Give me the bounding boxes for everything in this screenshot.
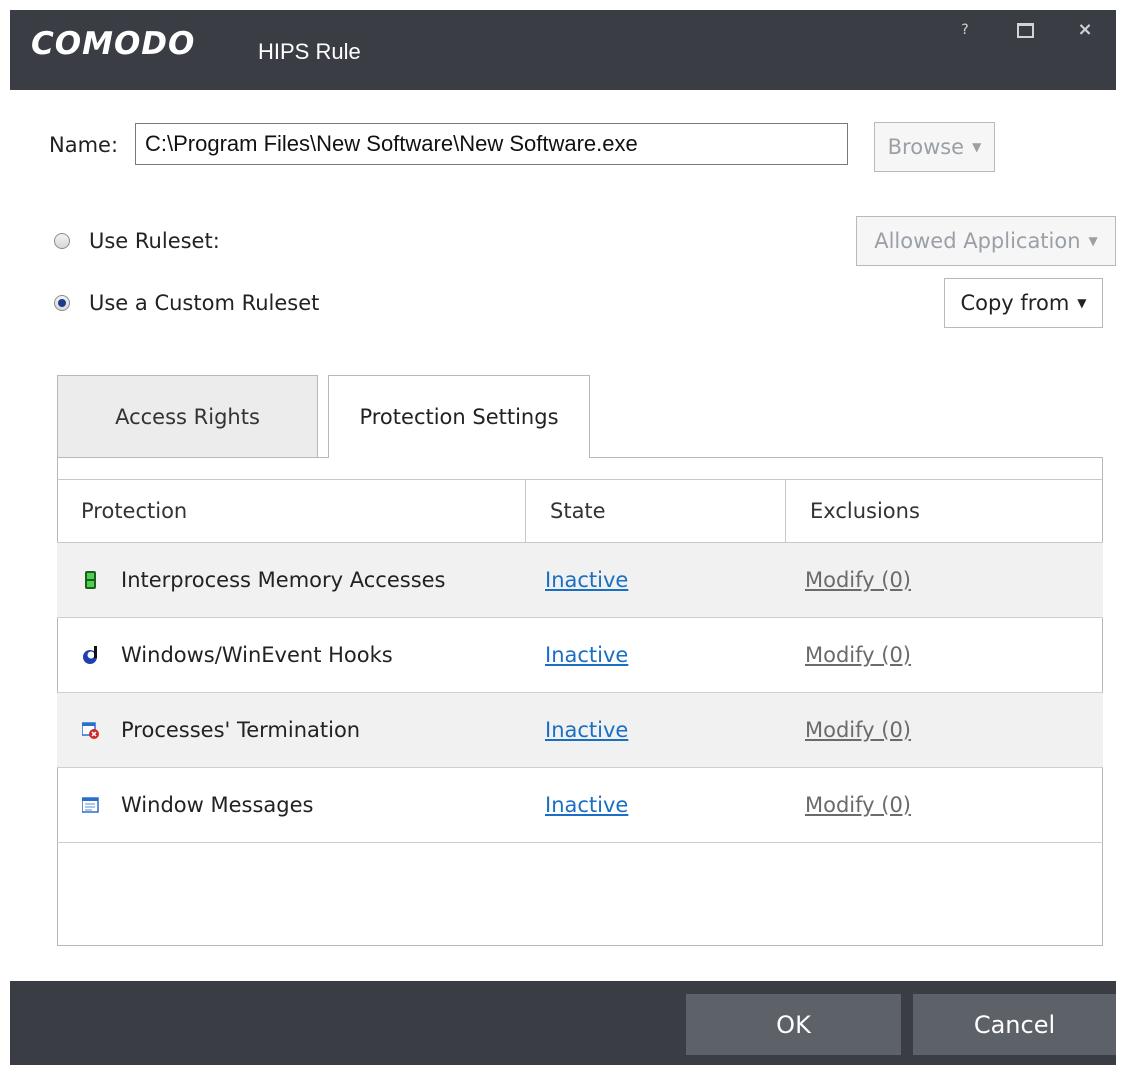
tab-protection-settings[interactable]: Protection Settings [328,375,590,458]
column-header-protection[interactable]: Protection [57,480,525,542]
use-custom-ruleset-label: Use a Custom Ruleset [89,291,320,315]
browse-button[interactable]: Browse ▼ [874,122,995,172]
use-custom-ruleset-radio[interactable] [54,295,70,311]
column-header-exclusions[interactable]: Exclusions [786,480,1103,542]
use-ruleset-label: Use Ruleset: [89,229,220,253]
table-row[interactable]: Window Messages Inactive Modify (0) [57,768,1103,843]
exclusions-link[interactable]: Modify (0) [805,768,911,843]
window-title: HIPS Rule [258,39,361,64]
state-link[interactable]: Inactive [545,543,628,618]
help-button[interactable]: ? [945,10,985,58]
ok-button[interactable]: OK [686,994,901,1055]
exclusions-link[interactable]: Modify (0) [805,543,911,618]
close-button[interactable]: × [1065,10,1105,58]
hips-rule-dialog: COMODO HIPS Rule ? × Name: C:\Program Fi… [10,10,1116,1065]
name-input[interactable]: C:\Program Files\New Software\New Softwa… [135,123,848,165]
ruleset-dropdown[interactable]: Allowed Application ▼ [856,216,1116,266]
exclusions-link[interactable]: Modify (0) [805,693,911,768]
protection-name: Interprocess Memory Accesses [121,568,446,592]
hook-icon [83,646,97,664]
window-messages-icon [82,797,99,813]
protection-name: Window Messages [121,793,314,817]
table-row[interactable]: Processes' Termination Inactive Modify (… [57,693,1103,768]
use-ruleset-radio[interactable] [54,233,70,249]
table-row[interactable]: Windows/WinEvent Hooks Inactive Modify (… [57,618,1103,693]
maximize-icon [1016,23,1034,38]
comodo-logo: COMODO [31,26,196,62]
chevron-down-icon: ▼ [1077,296,1087,310]
state-link[interactable]: Inactive [545,618,628,693]
column-header-state[interactable]: State [526,480,785,542]
memory-chip-icon [85,571,96,589]
protection-name: Windows/WinEvent Hooks [121,643,393,667]
exclusions-link[interactable]: Modify (0) [805,618,911,693]
cancel-button[interactable]: Cancel [913,994,1116,1055]
tab-access-rights[interactable]: Access Rights [57,375,318,458]
state-link[interactable]: Inactive [545,768,628,843]
chevron-down-icon: ▼ [1088,234,1098,248]
name-label: Name: [49,133,119,157]
protection-name: Processes' Termination [121,718,361,742]
chevron-down-icon: ▼ [972,140,982,154]
title-bar[interactable]: COMODO HIPS Rule ? × [10,10,1116,90]
ruleset-dropdown-value: Allowed Application [874,229,1081,253]
copy-from-label: Copy from [960,291,1070,315]
table-row[interactable]: Interprocess Memory Accesses Inactive Mo… [57,543,1103,618]
state-link[interactable]: Inactive [545,693,628,768]
terminate-process-icon [82,722,99,739]
browse-label: Browse [887,135,965,159]
copy-from-button[interactable]: Copy from ▼ [944,278,1103,328]
maximize-button[interactable] [1005,10,1045,58]
dialog-footer: OK Cancel [10,981,1116,1065]
table-header: Protection State Exclusions [57,479,1103,543]
